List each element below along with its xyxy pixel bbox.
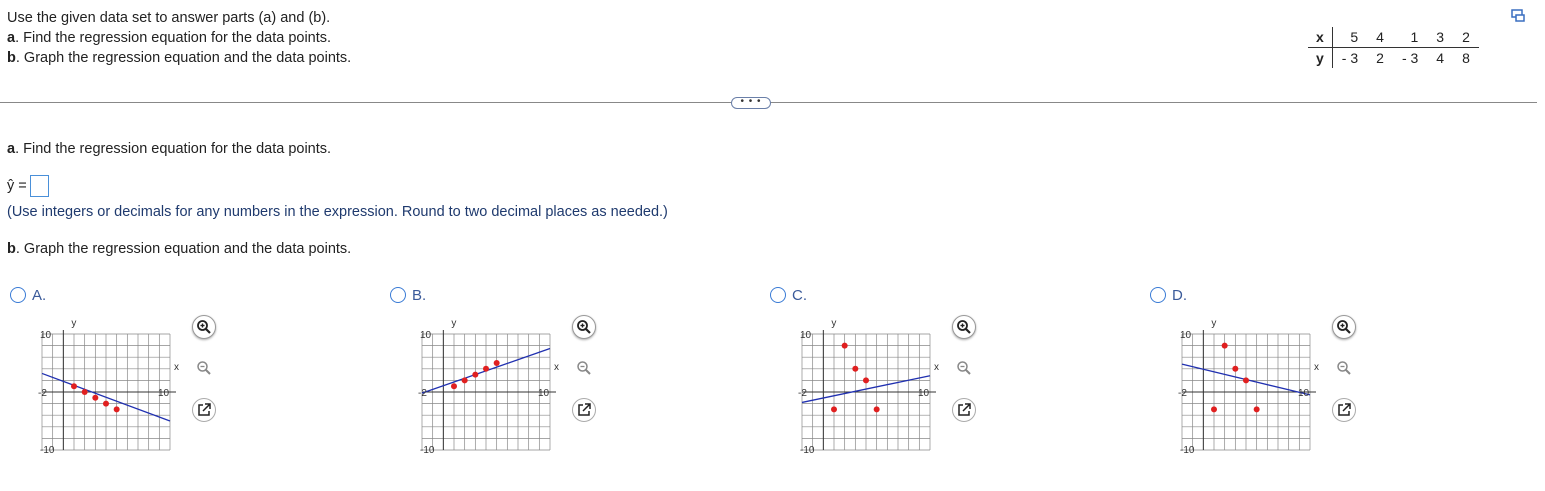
option-graph: y x 10 -10 -2 10 xyxy=(798,318,939,456)
option-d[interactable]: D. y x 10 -10 -2 10 xyxy=(1150,286,1370,466)
option-c[interactable]: C. y x 10 -10 -2 10 xyxy=(770,286,990,466)
axis-label: 10 xyxy=(420,330,432,341)
print-icon[interactable] xyxy=(1510,8,1526,24)
open-new-window-icon[interactable] xyxy=(1332,398,1356,422)
data-point xyxy=(472,371,479,378)
axis-label: x xyxy=(934,362,939,373)
axis-label: x xyxy=(1314,362,1319,373)
regression-answer-input[interactable] xyxy=(29,175,49,197)
option-radio[interactable] xyxy=(1150,287,1166,304)
option-radio[interactable] xyxy=(10,287,26,304)
zoom-out-icon[interactable] xyxy=(572,356,596,380)
data-point xyxy=(863,377,869,384)
axis-label: y xyxy=(71,318,76,329)
x-cell: 2 xyxy=(1453,27,1479,48)
data-point xyxy=(451,383,457,390)
data-point xyxy=(873,406,880,413)
x-cell: 1 xyxy=(1392,27,1428,48)
open-new-window-icon[interactable] xyxy=(572,398,596,422)
axis-label: -2 xyxy=(38,388,47,399)
option-graph: y x 10 -10 -2 10 xyxy=(1178,318,1319,456)
option-radio[interactable] xyxy=(770,287,786,304)
zoom-in-icon[interactable] xyxy=(572,315,596,339)
part-b-heading: b. Graph the regression equation and the… xyxy=(7,241,352,257)
axis-label: y xyxy=(1211,318,1216,329)
data-point xyxy=(113,406,120,413)
option-radio[interactable] xyxy=(390,287,406,304)
axis-label: -10 xyxy=(40,445,55,456)
axis-label: y xyxy=(451,318,456,329)
axis-label: 10 xyxy=(1180,330,1192,341)
data-point xyxy=(831,406,837,413)
axis-label: 10 xyxy=(158,388,170,399)
data-table-y-row: y - 3 2 - 3 4 8 xyxy=(1308,47,1479,68)
data-point xyxy=(1253,406,1260,413)
y-cell: 8 xyxy=(1462,50,1470,66)
axis-label: 10 xyxy=(918,388,930,399)
axis-label: 10 xyxy=(1298,388,1310,399)
option-label: C. xyxy=(792,286,807,304)
axis-label: -2 xyxy=(418,388,427,399)
intro-text: Use the given data set to answer parts (… xyxy=(7,8,351,68)
data-table-x-row: x 5 4 1 3 2 xyxy=(1308,27,1479,48)
y-cell: - 3 xyxy=(1401,50,1419,66)
option-graph: y x 10 -10 -2 10 xyxy=(418,318,559,456)
option-graph: y x 10 -10 -2 10 xyxy=(38,318,179,456)
y-cell: 4 xyxy=(1436,50,1445,66)
part-a-heading: a. Find the regression equation for the … xyxy=(7,141,332,157)
rounding-instruction: (Use integers or decimals for any number… xyxy=(7,204,668,220)
y-cell: - 3 xyxy=(1341,50,1359,66)
option-label: A. xyxy=(32,286,47,304)
option-label: D. xyxy=(1172,286,1187,304)
data-point xyxy=(461,377,468,384)
zoom-out-icon[interactable] xyxy=(1332,356,1356,380)
axis-label: 10 xyxy=(538,388,550,399)
data-point xyxy=(1232,365,1239,372)
x-cell: 5 xyxy=(1332,27,1368,48)
axis-label: -10 xyxy=(800,445,815,456)
data-point xyxy=(92,394,99,401)
zoom-in-icon[interactable] xyxy=(1332,315,1356,339)
x-cell: 3 xyxy=(1427,27,1454,48)
intro-line-3: b. Graph the regression equation and the… xyxy=(7,50,352,66)
axis-label: x xyxy=(554,362,559,373)
x-cell: 4 xyxy=(1367,27,1393,48)
data-point xyxy=(1221,342,1228,349)
open-new-window-icon[interactable] xyxy=(192,398,216,422)
open-new-window-icon[interactable] xyxy=(952,398,976,422)
y-cell: 2 xyxy=(1376,50,1384,66)
y-header: y xyxy=(1308,47,1333,68)
zoom-in-icon[interactable] xyxy=(952,315,976,339)
zoom-out-icon[interactable] xyxy=(192,356,216,380)
axis-label: x xyxy=(174,362,179,373)
data-point xyxy=(493,360,500,366)
zoom-in-icon[interactable] xyxy=(192,315,216,339)
data-point xyxy=(1211,406,1217,413)
data-table: x 5 4 1 3 2 y - 3 2 - 3 4 8 xyxy=(1308,27,1479,68)
data-point xyxy=(1243,377,1249,384)
zoom-out-icon[interactable] xyxy=(952,356,976,380)
axis-label: -10 xyxy=(420,445,435,456)
data-point xyxy=(103,400,109,407)
axis-label: 10 xyxy=(40,330,52,341)
axis-label: -10 xyxy=(1180,445,1195,456)
data-point xyxy=(71,383,77,390)
x-header: x xyxy=(1308,27,1333,48)
data-point xyxy=(852,365,859,372)
axis-label: -2 xyxy=(1178,388,1187,399)
data-point xyxy=(81,389,88,395)
yhat-label: ŷ = xyxy=(7,177,27,194)
axis-label: -2 xyxy=(798,388,807,399)
axis-label: 10 xyxy=(800,330,812,341)
data-point xyxy=(841,342,848,349)
data-point xyxy=(483,365,489,372)
option-a[interactable]: A. y x 10 -10 -2 10 xyxy=(10,286,230,466)
expand-button[interactable]: • • • xyxy=(731,97,771,109)
option-label: B. xyxy=(412,286,427,304)
answer-row: ŷ = xyxy=(7,175,49,197)
option-b[interactable]: B. y x 10 -10 -2 10 xyxy=(390,286,610,466)
axis-label: y xyxy=(831,318,836,329)
intro-line-2: a. Find the regression equation for the … xyxy=(7,30,332,46)
intro-line-1: Use the given data set to answer parts (… xyxy=(7,10,331,26)
